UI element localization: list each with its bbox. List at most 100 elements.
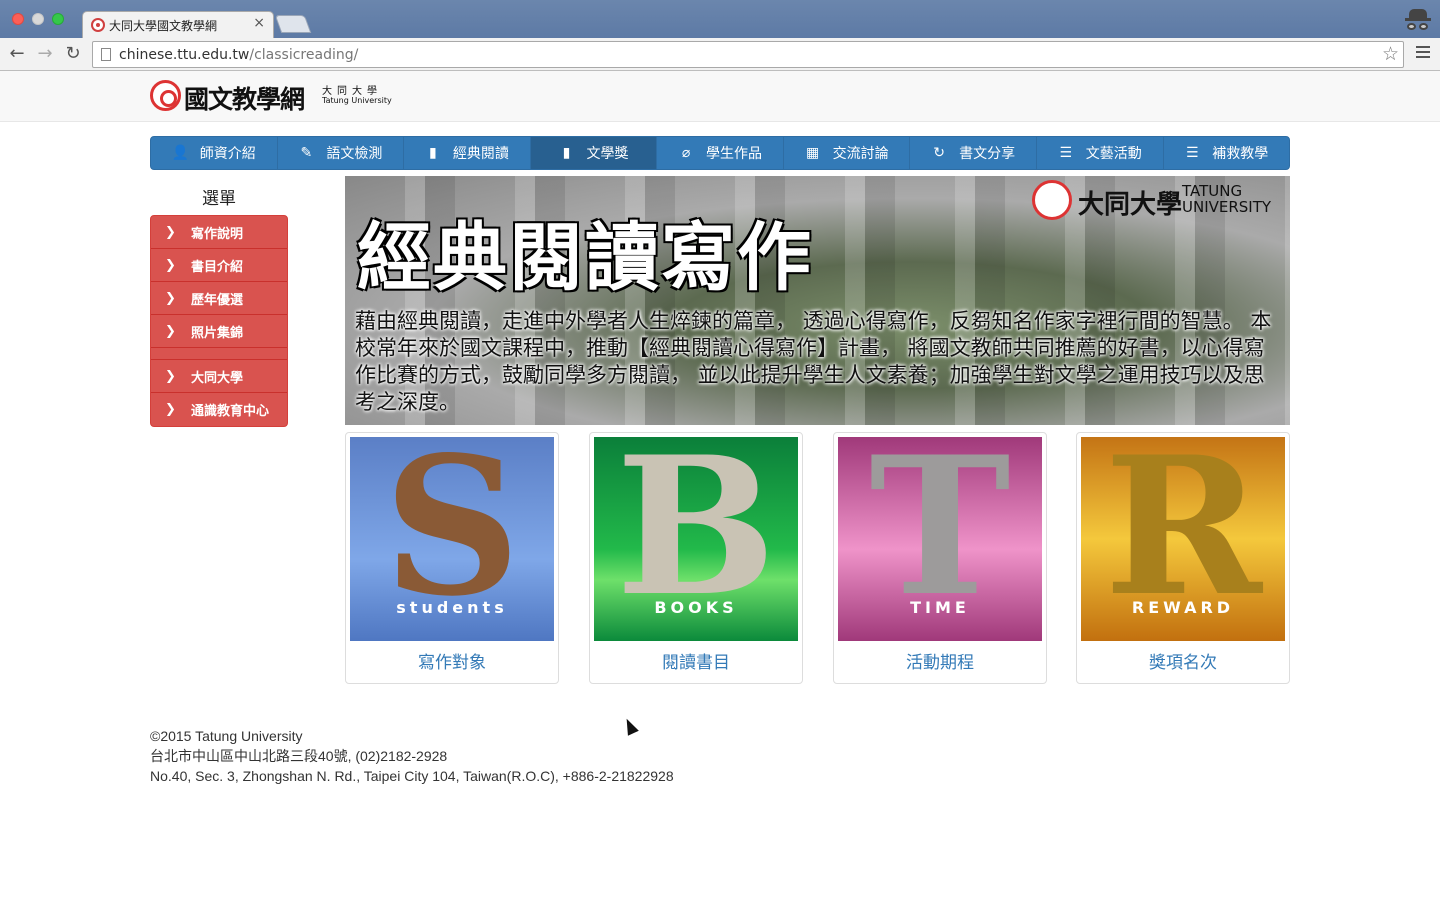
user-icon: 👤 <box>171 145 190 161</box>
list-icon: ☰ <box>1186 145 1199 161</box>
back-icon[interactable]: ← <box>6 43 28 64</box>
browser-tab[interactable]: 大同大學國文教學網 × <box>82 11 274 38</box>
logo-en: Tatung University <box>322 96 392 105</box>
nav-item-label: 文學獎 <box>586 146 629 162</box>
close-window-button[interactable] <box>12 13 24 25</box>
banner-logo-en: TATUNG UNIVERSITY <box>1182 182 1272 216</box>
paperclip-icon: ⌀ <box>681 145 691 161</box>
banner-logo-cn: 大同大學 <box>1078 190 1183 220</box>
card-0[interactable]: Sstudents 寫作對象 <box>345 432 559 684</box>
sidebar-link-1[interactable]: ❯ 通識教育中心 <box>151 393 287 426</box>
card-image[interactable]: R REWARD <box>1081 437 1285 641</box>
footer-address-cn: 台北市中山區中山北路三段40號, (02)2182-2928 <box>150 748 448 764</box>
chevron-right-icon: ❯ <box>165 257 176 273</box>
maximize-window-button[interactable] <box>52 13 64 25</box>
list-icon: ☰ <box>1059 145 1072 161</box>
nav-item-4[interactable]: ⌀ 學生作品 <box>657 137 784 169</box>
tab-close-icon[interactable]: × <box>253 15 265 31</box>
nav-item-5[interactable]: ▦ 交流討論 <box>784 137 911 169</box>
nav-item-7[interactable]: ☰ 文藝活動 <box>1037 137 1164 169</box>
book-icon: ▮ <box>429 145 437 161</box>
card-letter: R <box>1104 437 1262 638</box>
browser-titlebar: 大同大學國文教學網 × <box>0 0 1440 38</box>
nav-item-label: 交流討論 <box>832 146 889 162</box>
nav-item-label: 書文分享 <box>959 146 1016 162</box>
new-tab-button[interactable] <box>274 15 312 33</box>
browser-menu-icon[interactable] <box>1416 46 1430 61</box>
card-letter: S <box>383 437 521 638</box>
university-seal-icon <box>150 80 181 111</box>
card-2[interactable]: T TIME 活動期程 <box>833 432 1047 684</box>
university-seal-icon <box>1032 180 1072 220</box>
pencil-icon: ✎ <box>300 145 313 161</box>
card-letter: B <box>615 437 777 638</box>
banner: 大同大學 TATUNG UNIVERSITY 經典閱讀寫作 藉由經典閱讀，走進中… <box>345 176 1290 425</box>
page-icon <box>101 48 111 61</box>
card-3[interactable]: R REWARD 獎項名次 <box>1076 432 1290 684</box>
incognito-icon <box>1404 6 1432 34</box>
sidebar-item-label: 大同大學 <box>191 370 244 386</box>
site-header: 國文教學網 大同大學 Tatung University <box>0 71 1440 122</box>
nav-item-label: 語文檢測 <box>326 146 383 162</box>
footer-copyright: ©2015 Tatung University <box>150 728 303 744</box>
card-word: BOOKS <box>654 598 738 617</box>
logo-title: 國文教學網 <box>184 85 305 114</box>
sidebar-item-label: 歷年優選 <box>191 292 244 308</box>
sidebar-divider <box>151 348 287 360</box>
favicon-icon <box>91 18 105 32</box>
chevron-right-icon: ❯ <box>165 224 176 240</box>
nav-item-label: 文藝活動 <box>1085 146 1142 162</box>
reload-icon[interactable]: ↻ <box>62 43 84 64</box>
grid-icon: ▦ <box>805 145 820 161</box>
sidebar-item-3[interactable]: ❯ 照片集錦 <box>151 315 287 348</box>
sidebar-item-0[interactable]: ❯ 寫作說明 <box>151 216 287 249</box>
nav-item-8[interactable]: ☰ 補救教學 <box>1164 137 1290 169</box>
refresh-icon: ↻ <box>933 145 946 161</box>
chevron-right-icon: ❯ <box>165 323 176 339</box>
sidebar-menu: ❯ 寫作說明 ❯ 書目介紹 ❯ 歷年優選 ❯ 照片集錦 ❯ 大同大學 ❯ 通識教育中心 <box>150 215 288 427</box>
nav-item-label: 學生作品 <box>706 146 763 162</box>
forward-icon[interactable]: → <box>34 43 56 64</box>
cards-row: Sstudents 寫作對象 B BOOKS 閱讀書目 T TIME 活動期程 R REWARD 獎… <box>345 432 1290 684</box>
nav-item-0[interactable]: 👤 師資介紹 <box>151 137 278 169</box>
sidebar-item-2[interactable]: ❯ 歷年優選 <box>151 282 287 315</box>
address-bar[interactable]: chinese.ttu.edu.tw/classicreading/ ☆ <box>92 41 1404 68</box>
sidebar-link-0[interactable]: ❯ 大同大學 <box>151 360 287 393</box>
banner-title: 經典閱讀寫作 <box>357 215 813 301</box>
sidebar-item-1[interactable]: ❯ 書目介紹 <box>151 249 287 282</box>
nav-item-label: 經典閱讀 <box>452 146 509 162</box>
chevron-right-icon: ❯ <box>165 368 176 384</box>
nav-item-2[interactable]: ▮ 經典閱讀 <box>404 137 531 169</box>
chevron-right-icon: ❯ <box>165 402 176 417</box>
card-caption-link[interactable]: 閱讀書目 <box>590 648 802 673</box>
card-letter: T <box>869 437 1011 638</box>
chevron-right-icon: ❯ <box>165 290 176 306</box>
site-logo[interactable]: 國文教學網 大同大學 Tatung University <box>150 80 400 114</box>
nav-item-1[interactable]: ✎ 語文檢測 <box>278 137 405 169</box>
footer: ©2015 Tatung University 台北市中山區中山北路三段40號,… <box>150 726 674 786</box>
card-1[interactable]: B BOOKS 閱讀書目 <box>589 432 803 684</box>
card-image[interactable]: B BOOKS <box>594 437 798 641</box>
minimize-window-button[interactable] <box>32 13 44 25</box>
logo-cn: 大同大學 <box>322 86 382 97</box>
url-text[interactable]: chinese.ttu.edu.tw/classicreading/ <box>119 47 358 63</box>
card-word: TIME <box>910 598 970 617</box>
bookmark-star-icon[interactable]: ☆ <box>1382 43 1399 65</box>
nav-item-3[interactable]: ▮ 文學獎 <box>530 137 658 169</box>
sidebar-item-label: 照片集錦 <box>191 325 244 341</box>
book-icon: ▮ <box>562 145 571 161</box>
card-caption-link[interactable]: 活動期程 <box>834 648 1046 673</box>
footer-address-en: No.40, Sec. 3, Zhongshan N. Rd., Taipei … <box>150 768 674 784</box>
card-word: REWARD <box>1131 598 1235 617</box>
card-image[interactable]: T TIME <box>838 437 1042 641</box>
card-caption-link[interactable]: 獎項名次 <box>1077 648 1289 673</box>
banner-text: 藉由經典閱讀，走進中外學者人生焠鍊的篇章， 透過心得寫作，反芻知名作家字裡行間的… <box>355 309 1272 414</box>
nav-item-6[interactable]: ↻ 書文分享 <box>910 137 1037 169</box>
sidebar-item-label: 書目介紹 <box>191 259 244 275</box>
nav-item-label: 補救教學 <box>1212 146 1269 162</box>
browser-toolbar: ← → ↻ chinese.ttu.edu.tw/classicreading/… <box>0 38 1440 71</box>
nav-item-label: 師資介紹 <box>199 146 256 162</box>
card-image[interactable]: Sstudents <box>350 437 554 641</box>
card-caption-link[interactable]: 寫作對象 <box>346 648 558 673</box>
sidebar-title: 選單 <box>202 189 236 209</box>
